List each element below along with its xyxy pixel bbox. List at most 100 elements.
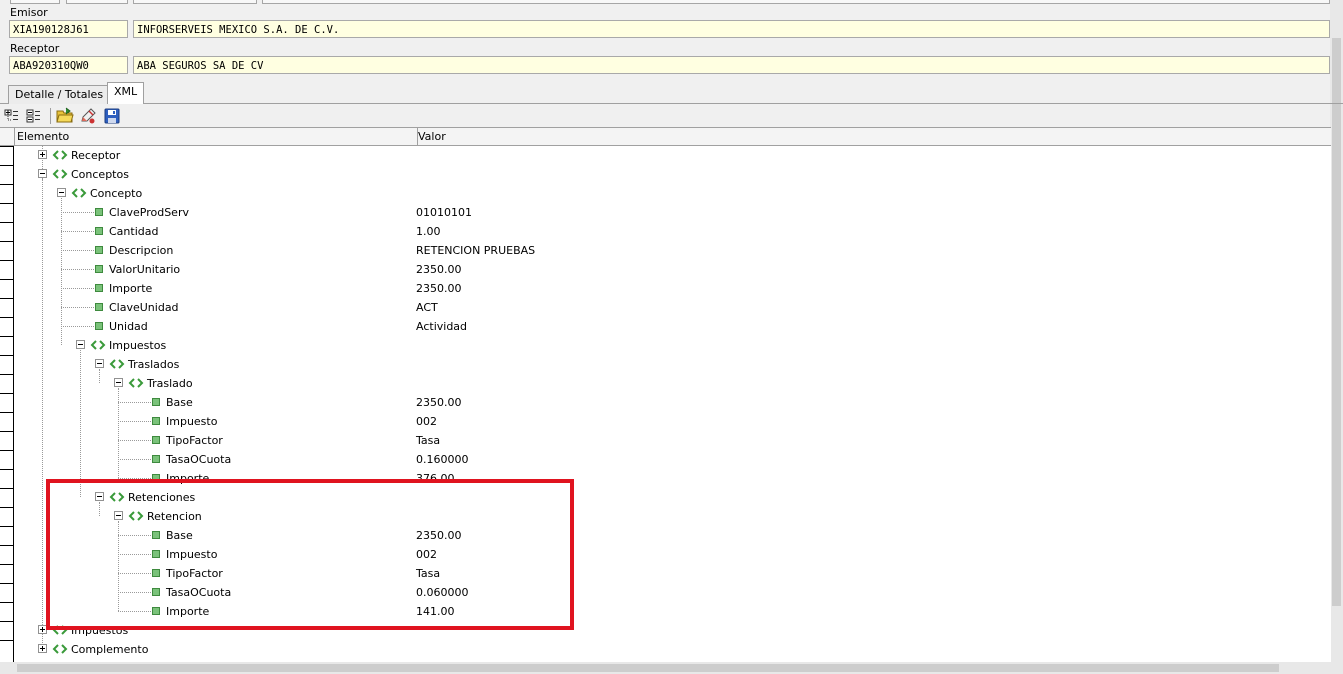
expand-plus-icon[interactable] [38,150,47,159]
value-cell[interactable]: Tasa [416,566,440,581]
xml-tree-grid[interactable]: Elemento Valor Receptor Conceptos Concepto… [0,127,1331,663]
row-indicator [0,507,13,526]
value-cell[interactable]: 2350.00 [416,281,462,296]
expand-plus-icon[interactable] [38,644,47,653]
attribute-row[interactable]: Importe 141.00 [0,602,1331,621]
tree-node-row[interactable]: Impuestos [0,336,1331,355]
xml-element-icon [128,509,144,523]
tree-node-row[interactable]: Retencion [0,507,1331,526]
value-cell[interactable]: 376.00 [416,471,455,486]
row-indicator [0,545,13,564]
value-cell[interactable]: 002 [416,414,437,429]
attribute-row[interactable]: Base 2350.00 [0,393,1331,412]
attribute-label: Base [166,529,193,542]
value-cell[interactable]: 2350.00 [416,395,462,410]
attribute-label: Importe [166,605,210,618]
horizontal-scrollbar[interactable] [0,662,1331,674]
tree-connector [118,478,151,479]
attribute-label: Impuesto [166,415,218,428]
row-indicator [0,488,13,507]
row-indicator [0,621,13,640]
column-header-elemento[interactable]: Elemento [14,128,418,145]
tree-node-row[interactable]: Complemento [0,640,1331,659]
xml-attribute-icon [152,607,160,615]
value-cell[interactable]: 2350.00 [416,262,462,277]
value-cell[interactable]: 141.00 [416,604,455,619]
xml-element-icon [90,338,106,352]
node-label: Conceptos [71,168,129,181]
tree-node-row[interactable]: Retenciones [0,488,1331,507]
tree-node-row[interactable]: Traslados [0,355,1331,374]
tree-node-row[interactable]: Impuestos [0,621,1331,640]
horizontal-scroll-thumb[interactable] [17,664,1279,672]
attribute-row[interactable]: Unidad Actividad [0,317,1331,336]
value-cell[interactable]: Actividad [416,319,467,334]
column-header-valor[interactable]: Valor [416,128,446,145]
attribute-label: TasaOCuota [166,453,232,466]
value-cell[interactable]: 2350.00 [416,528,462,543]
collapse-minus-icon[interactable] [95,359,104,368]
row-indicator [0,317,13,336]
attribute-row[interactable]: Impuesto 002 [0,412,1331,431]
expand-all-icon[interactable] [3,107,21,125]
attribute-label: Cantidad [109,225,159,238]
attribute-row[interactable]: TipoFactor Tasa [0,564,1331,583]
tab-bar: Detalle / Totales XML [0,82,1343,104]
tree-connector [61,269,94,270]
attribute-row[interactable]: Importe 2350.00 [0,279,1331,298]
emisor-name-field[interactable]: INFORSERVEIS MEXICO S.A. DE C.V. [133,20,1330,38]
attribute-label: TasaOCuota [166,586,232,599]
tree-node-row[interactable]: Receptor [0,146,1331,165]
row-indicator [0,602,13,621]
receptor-rfc-field[interactable]: ABA920310QW0 [9,56,128,74]
attribute-row[interactable]: TasaOCuota 0.060000 [0,583,1331,602]
receptor-name-field[interactable]: ABA SEGUROS SA DE CV [133,56,1330,74]
xml-attribute-icon [152,588,160,596]
attribute-row[interactable]: ValorUnitario 2350.00 [0,260,1331,279]
node-label: Traslado [147,377,193,390]
value-cell[interactable]: 0.160000 [416,452,469,467]
tree-node-row[interactable]: Conceptos [0,165,1331,184]
collapse-minus-icon[interactable] [76,340,85,349]
row-indicator [0,469,13,488]
row-indicator [0,146,13,165]
node-label: Receptor [71,149,121,162]
collapse-minus-icon[interactable] [57,188,66,197]
emisor-rfc-field[interactable]: XIA190128J61 [9,20,128,38]
attribute-row[interactable]: ClaveUnidad ACT [0,298,1331,317]
expand-plus-icon[interactable] [38,625,47,634]
xml-attribute-icon [95,208,103,216]
value-cell[interactable]: ACT [416,300,438,315]
tab-detalle-totales[interactable]: Detalle / Totales [8,85,111,104]
value-cell[interactable]: Tasa [416,433,440,448]
attribute-row[interactable]: ClaveProdServ 01010101 [0,203,1331,222]
tree-connector [118,421,151,422]
attribute-row[interactable]: Base 2350.00 [0,526,1331,545]
collapse-minus-icon[interactable] [114,511,123,520]
tree-node-row[interactable]: Traslado [0,374,1331,393]
save-disk-icon[interactable] [103,107,121,125]
attribute-row[interactable]: TasaOCuota 0.160000 [0,450,1331,469]
value-cell[interactable]: 1.00 [416,224,441,239]
open-folder-icon[interactable] [56,107,74,125]
collapse-all-icon[interactable] [25,107,43,125]
tree-node-row[interactable]: Concepto [0,184,1331,203]
attribute-row[interactable]: Cantidad 1.00 [0,222,1331,241]
collapse-minus-icon[interactable] [95,492,104,501]
attribute-row[interactable]: TipoFactor Tasa [0,431,1331,450]
edit-pencil-icon[interactable] [79,107,97,125]
attribute-label: ValorUnitario [109,263,181,276]
value-cell[interactable]: 0.060000 [416,585,469,600]
tab-xml[interactable]: XML [107,82,145,104]
xml-element-icon [52,148,68,162]
attribute-row[interactable]: Impuesto 002 [0,545,1331,564]
collapse-minus-icon[interactable] [38,169,47,178]
top-field-1 [10,0,60,4]
attribute-row[interactable]: Descripcion RETENCION PRUEBAS [0,241,1331,260]
xml-element-icon [52,167,68,181]
value-cell[interactable]: 002 [416,547,437,562]
collapse-minus-icon[interactable] [114,378,123,387]
attribute-row[interactable]: Importe 376.00 [0,469,1331,488]
value-cell[interactable]: RETENCION PRUEBAS [416,243,535,258]
value-cell[interactable]: 01010101 [416,205,472,220]
